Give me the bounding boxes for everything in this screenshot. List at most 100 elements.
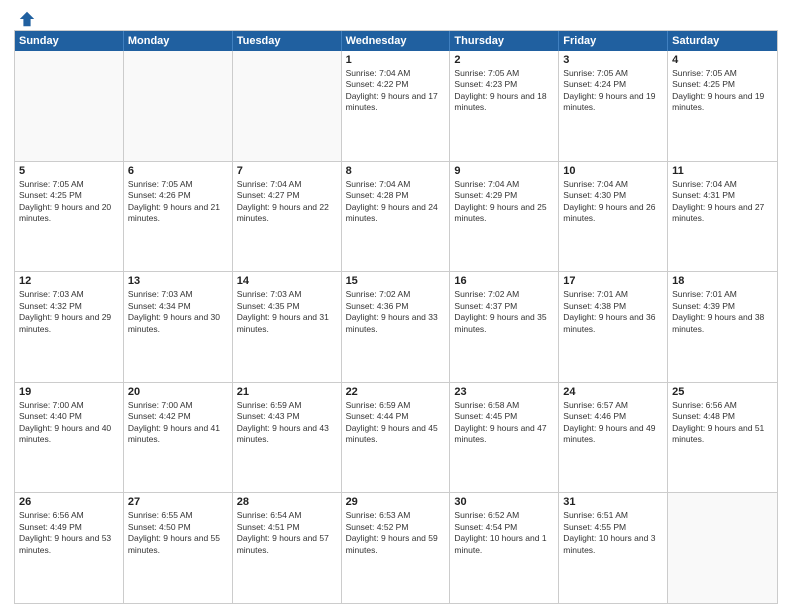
calendar-cell-3-3: 22 Sunrise: 6:59 AMSunset: 4:44 PMDayligh…: [342, 383, 451, 493]
day-number: 20: [128, 386, 228, 398]
day-info: Sunrise: 7:01 AMSunset: 4:39 PMDaylight:…: [672, 289, 773, 335]
day-info: Sunrise: 6:59 AMSunset: 4:43 PMDaylight:…: [237, 400, 337, 446]
day-info: Sunrise: 6:53 AMSunset: 4:52 PMDaylight:…: [346, 510, 446, 556]
calendar-cell-2-2: 14 Sunrise: 7:03 AMSunset: 4:35 PMDayligh…: [233, 272, 342, 382]
calendar-row-3: 19 Sunrise: 7:00 AMSunset: 4:40 PMDayligh…: [15, 382, 777, 493]
day-info: Sunrise: 7:03 AMSunset: 4:34 PMDaylight:…: [128, 289, 228, 335]
calendar-cell-4-5: 31Sunrise: 6:51 AMSunset: 4:55 PMDayligh…: [559, 493, 668, 603]
day-number: 24: [563, 386, 663, 398]
header-tuesday: Tuesday: [233, 31, 342, 51]
day-number: 9: [454, 165, 554, 177]
day-info: Sunrise: 7:04 AMSunset: 4:22 PMDaylight:…: [346, 68, 446, 114]
day-info: Sunrise: 7:03 AMSunset: 4:35 PMDaylight:…: [237, 289, 337, 335]
day-info: Sunrise: 7:04 AMSunset: 4:30 PMDaylight:…: [563, 179, 663, 225]
day-number: 17: [563, 275, 663, 287]
calendar-cell-3-5: 24 Sunrise: 6:57 AMSunset: 4:46 PMDayligh…: [559, 383, 668, 493]
day-number: 30: [454, 496, 554, 508]
day-info: Sunrise: 7:04 AMSunset: 4:29 PMDaylight:…: [454, 179, 554, 225]
calendar-cell-2-0: 12Sunrise: 7:03 AMSunset: 4:32 PMDayligh…: [15, 272, 124, 382]
day-info: Sunrise: 7:04 AMSunset: 4:27 PMDaylight:…: [237, 179, 337, 225]
day-number: 28: [237, 496, 337, 508]
calendar-cell-4-4: 30Sunrise: 6:52 AMSunset: 4:54 PMDayligh…: [450, 493, 559, 603]
day-number: 12: [19, 275, 119, 287]
calendar-cell-0-6: 4 Sunrise: 7:05 AMSunset: 4:25 PMDaylight…: [668, 51, 777, 161]
calendar-row-1: 5Sunrise: 7:05 AMSunset: 4:25 PMDaylight…: [15, 161, 777, 272]
calendar-cell-3-0: 19 Sunrise: 7:00 AMSunset: 4:40 PMDayligh…: [15, 383, 124, 493]
day-info: Sunrise: 7:00 AMSunset: 4:40 PMDaylight:…: [19, 400, 119, 446]
day-info: Sunrise: 7:05 AMSunset: 4:25 PMDaylight:…: [672, 68, 773, 114]
day-info: Sunrise: 6:54 AMSunset: 4:51 PMDaylight:…: [237, 510, 337, 556]
day-info: Sunrise: 6:56 AMSunset: 4:48 PMDaylight:…: [672, 400, 773, 446]
header-monday: Monday: [124, 31, 233, 51]
header: [14, 10, 778, 24]
calendar-body: 1Sunrise: 7:04 AMSunset: 4:22 PMDaylight…: [15, 51, 777, 603]
header-saturday: Saturday: [668, 31, 777, 51]
day-info: Sunrise: 7:02 AMSunset: 4:37 PMDaylight:…: [454, 289, 554, 335]
logo-area: [14, 10, 36, 24]
day-number: 6: [128, 165, 228, 177]
day-info: Sunrise: 7:04 AMSunset: 4:28 PMDaylight:…: [346, 179, 446, 225]
day-number: 16: [454, 275, 554, 287]
calendar-cell-3-4: 23Sunrise: 6:58 AMSunset: 4:45 PMDayligh…: [450, 383, 559, 493]
day-number: 3: [563, 54, 663, 66]
day-info: Sunrise: 7:05 AMSunset: 4:23 PMDaylight:…: [454, 68, 554, 114]
logo: [14, 10, 36, 28]
page: Sunday Monday Tuesday Wednesday Thursday…: [0, 0, 792, 612]
day-number: 10: [563, 165, 663, 177]
calendar-cell-2-3: 15 Sunrise: 7:02 AMSunset: 4:36 PMDayligh…: [342, 272, 451, 382]
header-thursday: Thursday: [450, 31, 559, 51]
day-number: 21: [237, 386, 337, 398]
calendar-cell-4-6: [668, 493, 777, 603]
day-info: Sunrise: 6:55 AMSunset: 4:50 PMDaylight:…: [128, 510, 228, 556]
day-info: Sunrise: 6:56 AMSunset: 4:49 PMDaylight:…: [19, 510, 119, 556]
day-number: 14: [237, 275, 337, 287]
calendar-cell-0-4: 2 Sunrise: 7:05 AMSunset: 4:23 PMDaylight…: [450, 51, 559, 161]
day-number: 4: [672, 54, 773, 66]
day-number: 13: [128, 275, 228, 287]
calendar-cell-0-2: [233, 51, 342, 161]
day-number: 22: [346, 386, 446, 398]
calendar-cell-0-5: 3Sunrise: 7:05 AMSunset: 4:24 PMDaylight…: [559, 51, 668, 161]
day-number: 2: [454, 54, 554, 66]
day-info: Sunrise: 6:57 AMSunset: 4:46 PMDaylight:…: [563, 400, 663, 446]
day-info: Sunrise: 7:01 AMSunset: 4:38 PMDaylight:…: [563, 289, 663, 335]
day-info: Sunrise: 7:00 AMSunset: 4:42 PMDaylight:…: [128, 400, 228, 446]
calendar-row-2: 12Sunrise: 7:03 AMSunset: 4:32 PMDayligh…: [15, 271, 777, 382]
day-info: Sunrise: 7:02 AMSunset: 4:36 PMDaylight:…: [346, 289, 446, 335]
calendar-cell-1-5: 10 Sunrise: 7:04 AMSunset: 4:30 PMDayligh…: [559, 162, 668, 272]
calendar-row-4: 26 Sunrise: 6:56 AMSunset: 4:49 PMDayligh…: [15, 492, 777, 603]
calendar-cell-2-6: 18 Sunrise: 7:01 AMSunset: 4:39 PMDayligh…: [668, 272, 777, 382]
day-info: Sunrise: 6:59 AMSunset: 4:44 PMDaylight:…: [346, 400, 446, 446]
calendar-cell-1-0: 5Sunrise: 7:05 AMSunset: 4:25 PMDaylight…: [15, 162, 124, 272]
calendar-cell-4-0: 26 Sunrise: 6:56 AMSunset: 4:49 PMDayligh…: [15, 493, 124, 603]
day-number: 7: [237, 165, 337, 177]
header-wednesday: Wednesday: [342, 31, 451, 51]
day-info: Sunrise: 7:05 AMSunset: 4:25 PMDaylight:…: [19, 179, 119, 225]
calendar-header: Sunday Monday Tuesday Wednesday Thursday…: [15, 31, 777, 51]
day-number: 25: [672, 386, 773, 398]
day-number: 11: [672, 165, 773, 177]
calendar-cell-2-1: 13 Sunrise: 7:03 AMSunset: 4:34 PMDayligh…: [124, 272, 233, 382]
day-number: 23: [454, 386, 554, 398]
header-sunday: Sunday: [15, 31, 124, 51]
calendar-cell-0-3: 1Sunrise: 7:04 AMSunset: 4:22 PMDaylight…: [342, 51, 451, 161]
day-number: 26: [19, 496, 119, 508]
calendar-cell-2-5: 17 Sunrise: 7:01 AMSunset: 4:38 PMDayligh…: [559, 272, 668, 382]
day-info: Sunrise: 7:05 AMSunset: 4:26 PMDaylight:…: [128, 179, 228, 225]
day-info: Sunrise: 6:51 AMSunset: 4:55 PMDaylight:…: [563, 510, 663, 556]
calendar-cell-4-3: 29 Sunrise: 6:53 AMSunset: 4:52 PMDayligh…: [342, 493, 451, 603]
calendar-cell-2-4: 16 Sunrise: 7:02 AMSunset: 4:37 PMDayligh…: [450, 272, 559, 382]
day-number: 29: [346, 496, 446, 508]
day-number: 8: [346, 165, 446, 177]
day-number: 18: [672, 275, 773, 287]
calendar-cell-4-2: 28 Sunrise: 6:54 AMSunset: 4:51 PMDayligh…: [233, 493, 342, 603]
calendar-cell-3-6: 25 Sunrise: 6:56 AMSunset: 4:48 PMDayligh…: [668, 383, 777, 493]
day-number: 19: [19, 386, 119, 398]
calendar-cell-0-0: [15, 51, 124, 161]
logo-icon: [18, 10, 36, 28]
day-info: Sunrise: 7:04 AMSunset: 4:31 PMDaylight:…: [672, 179, 773, 225]
calendar-cell-4-1: 27 Sunrise: 6:55 AMSunset: 4:50 PMDayligh…: [124, 493, 233, 603]
calendar: Sunday Monday Tuesday Wednesday Thursday…: [14, 30, 778, 604]
day-number: 15: [346, 275, 446, 287]
day-number: 27: [128, 496, 228, 508]
